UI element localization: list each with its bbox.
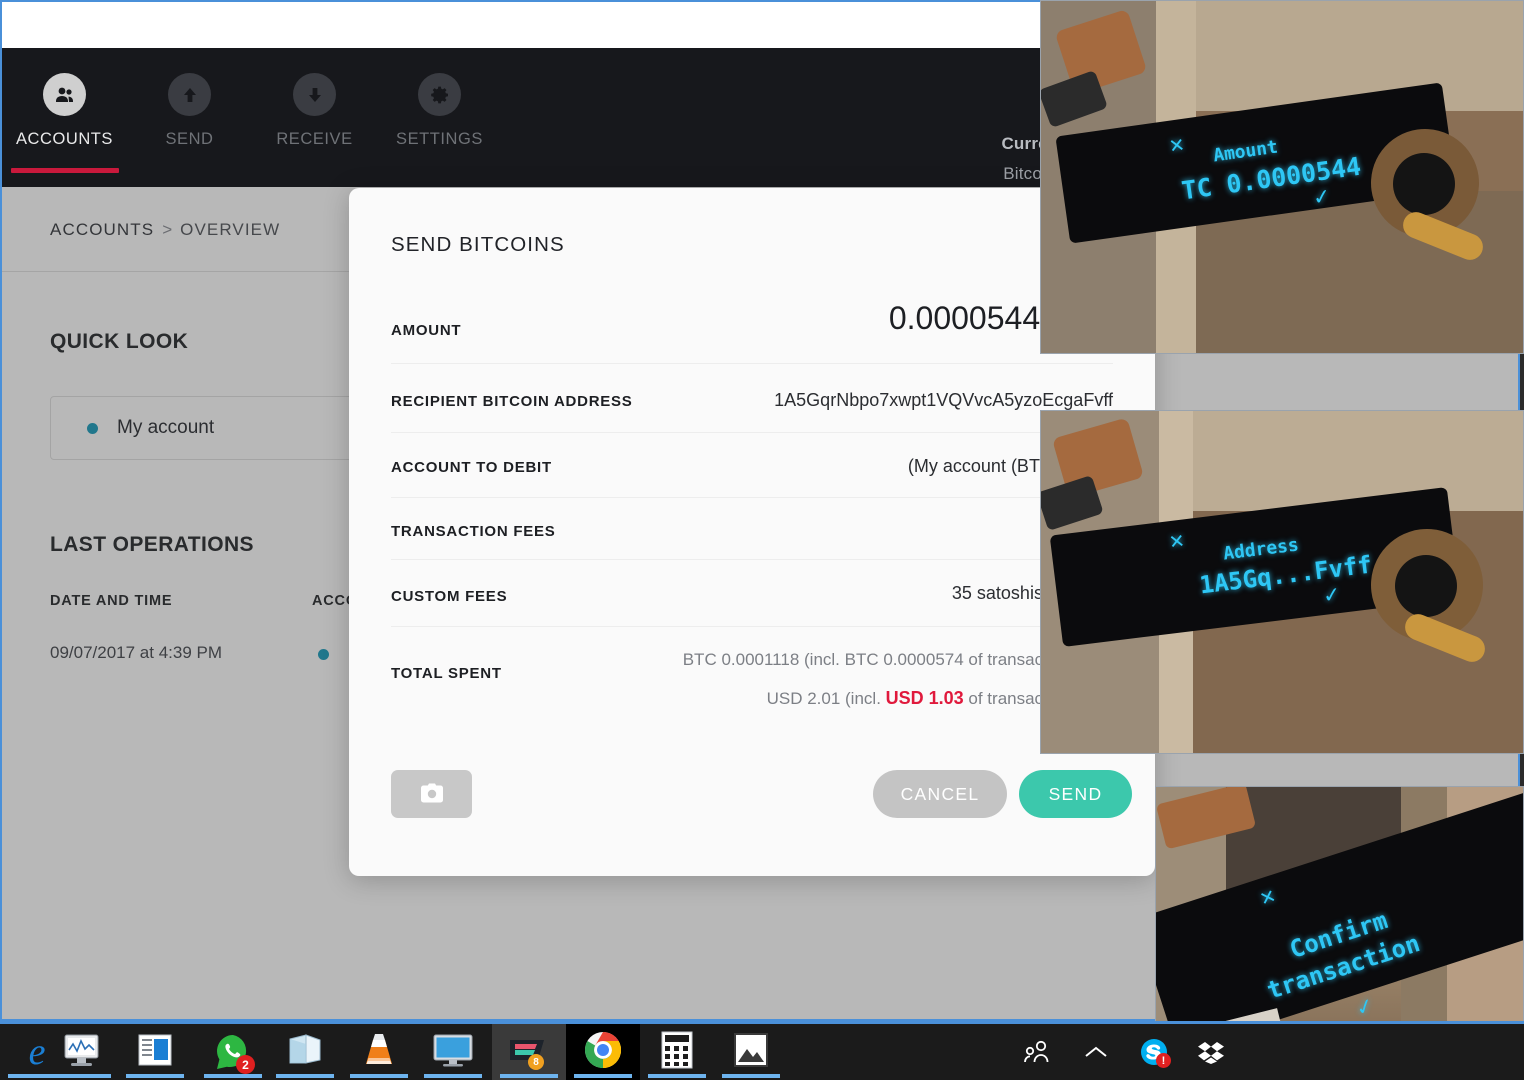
row-account-to-debit: ACCOUNT TO DEBIT (My account (BTC 0.0004 xyxy=(391,432,1113,498)
document-app-icon xyxy=(138,1034,172,1071)
vlc-cone-icon xyxy=(362,1032,396,1073)
send-bitcoins-modal: SEND BITCOINS AMOUNT 0.0000544 BTC RECIP… xyxy=(349,188,1155,876)
total-usd-highlight: USD 1.03 xyxy=(885,688,964,708)
dropbox-tray-icon[interactable] xyxy=(1198,1040,1224,1064)
nav-active-underline xyxy=(10,168,119,173)
taskbar-item-chrome[interactable] xyxy=(566,1024,640,1080)
taskbar-running-indicator xyxy=(204,1074,262,1078)
taskbar-item-photos[interactable] xyxy=(714,1024,788,1080)
arrow-up-icon xyxy=(168,73,211,116)
people-tray-icon[interactable] xyxy=(1022,1039,1052,1065)
remote-desktop-icon xyxy=(432,1033,474,1072)
row-fees-label: TRANSACTION FEES xyxy=(391,523,556,540)
row-amount: AMOUNT 0.0000544 BTC xyxy=(391,292,1113,363)
skype-tray-icon[interactable]: ! xyxy=(1140,1038,1171,1068)
camera-button[interactable] xyxy=(391,770,472,818)
system-tray: ! xyxy=(1022,1024,1224,1080)
taskbar-item-monitor-chart[interactable] xyxy=(45,1024,119,1080)
keyring-hole xyxy=(1395,555,1457,617)
row-recipient-label: RECIPIENT BITCOIN ADDRESS xyxy=(391,393,633,410)
taskbar-running-indicator xyxy=(424,1074,482,1078)
taskbar-running-indicator xyxy=(574,1074,632,1078)
nav-label-settings: SETTINGS xyxy=(396,130,483,148)
gear-icon xyxy=(418,73,461,116)
whatsapp-icon: 2 xyxy=(213,1032,255,1074)
people-icon xyxy=(43,73,86,116)
nav-label-accounts: ACCOUNTS xyxy=(16,130,113,148)
taskbar-running-indicator xyxy=(722,1074,780,1078)
device-reject-glyph: ✕ xyxy=(1167,133,1187,159)
device-confirm-glyph: ✓ xyxy=(1321,582,1343,608)
chevron-up-icon[interactable] xyxy=(1082,1043,1110,1061)
row-total-label: TOTAL SPENT xyxy=(391,665,502,682)
taskbar-running-indicator xyxy=(350,1074,408,1078)
taskbar-item-whatsapp[interactable]: 2 xyxy=(196,1024,270,1080)
photos-icon xyxy=(734,1032,768,1072)
nav-label-send: SEND xyxy=(165,130,214,148)
modal-footer: CANCEL SEND xyxy=(349,770,1155,876)
taskbar-item-document-app[interactable] xyxy=(118,1024,192,1080)
row-total-spent: TOTAL SPENT BTC 0.0001118 (incl. BTC 0.0… xyxy=(391,626,1113,737)
row-custom-fees: CUSTOM FEES 35 satoshis per byte xyxy=(391,559,1113,627)
row-amount-label: AMOUNT xyxy=(391,322,462,339)
nav-item-receive[interactable]: RECEIVE xyxy=(252,48,377,149)
taskbar-item-vlc[interactable] xyxy=(342,1024,416,1080)
nav-label-receive: RECEIVE xyxy=(276,130,353,148)
modal-title: SEND BITCOINS xyxy=(391,233,565,256)
taskbar-item-remote-desktop[interactable] xyxy=(416,1024,490,1080)
taskbar-running-indicator xyxy=(500,1074,558,1078)
row-recipient-address: RECIPIENT BITCOIN ADDRESS 1A5GqrNbpo7xwp… xyxy=(391,363,1113,433)
ledger-wallet-badge: 8 xyxy=(528,1054,544,1070)
camera-icon xyxy=(420,782,444,807)
notes-app-icon xyxy=(286,1033,324,1072)
row-transaction-fees: TRANSACTION FEES Custom xyxy=(391,497,1113,560)
taskbar-item-ledger-wallet[interactable]: 8 xyxy=(492,1024,566,1080)
row-custom-label: CUSTOM FEES xyxy=(391,588,508,605)
taskbar-running-indicator xyxy=(648,1074,706,1078)
send-button[interactable]: SEND xyxy=(1019,770,1132,818)
keyring-hole xyxy=(1393,153,1455,215)
monitor-chart-icon xyxy=(62,1033,102,1072)
nav-item-list: ACCOUNTS SEND RECEIVE SETTINGS xyxy=(2,48,502,173)
windows-taskbar: e 2 8 ! xyxy=(0,1021,1524,1080)
row-recipient-value: 1A5GqrNbpo7xwpt1VQVvcA5yzoEcgaFvff xyxy=(774,390,1113,410)
chrome-icon xyxy=(584,1031,622,1074)
device-photo-amount: ✕ Amount TC 0.0000544 ✓ xyxy=(1040,0,1524,354)
edge-icon: e xyxy=(28,1031,46,1073)
row-account-label: ACCOUNT TO DEBIT xyxy=(391,459,552,476)
photo-wall-upper xyxy=(1193,411,1523,511)
arrow-down-icon xyxy=(293,73,336,116)
whatsapp-badge: 2 xyxy=(236,1055,255,1074)
cancel-button[interactable]: CANCEL xyxy=(873,770,1007,818)
taskbar-item-calculator[interactable] xyxy=(640,1024,714,1080)
skype-badge: ! xyxy=(1156,1053,1171,1068)
total-usd-prefix: USD 2.01 (incl. xyxy=(766,689,886,708)
nav-item-accounts[interactable]: ACCOUNTS xyxy=(2,48,127,173)
taskbar-running-indicator xyxy=(53,1074,111,1078)
nav-item-send[interactable]: SEND xyxy=(127,48,252,149)
device-reject-glyph: ✕ xyxy=(1167,530,1187,554)
taskbar-item-notes-app[interactable] xyxy=(268,1024,342,1080)
taskbar-running-indicator xyxy=(126,1074,184,1078)
nav-item-settings[interactable]: SETTINGS xyxy=(377,48,502,149)
desktop: ACCOUNTS SEND RECEIVE SETTINGS Current B… xyxy=(0,0,1524,1080)
ledger-wallet-icon: 8 xyxy=(508,1034,550,1070)
taskbar-running-indicator xyxy=(276,1074,334,1078)
device-photo-address: ✕ Address 1A5Gq...Fvff ✓ xyxy=(1040,410,1524,754)
calculator-icon xyxy=(661,1031,693,1074)
device-confirm-glyph: ✓ xyxy=(1311,183,1333,211)
